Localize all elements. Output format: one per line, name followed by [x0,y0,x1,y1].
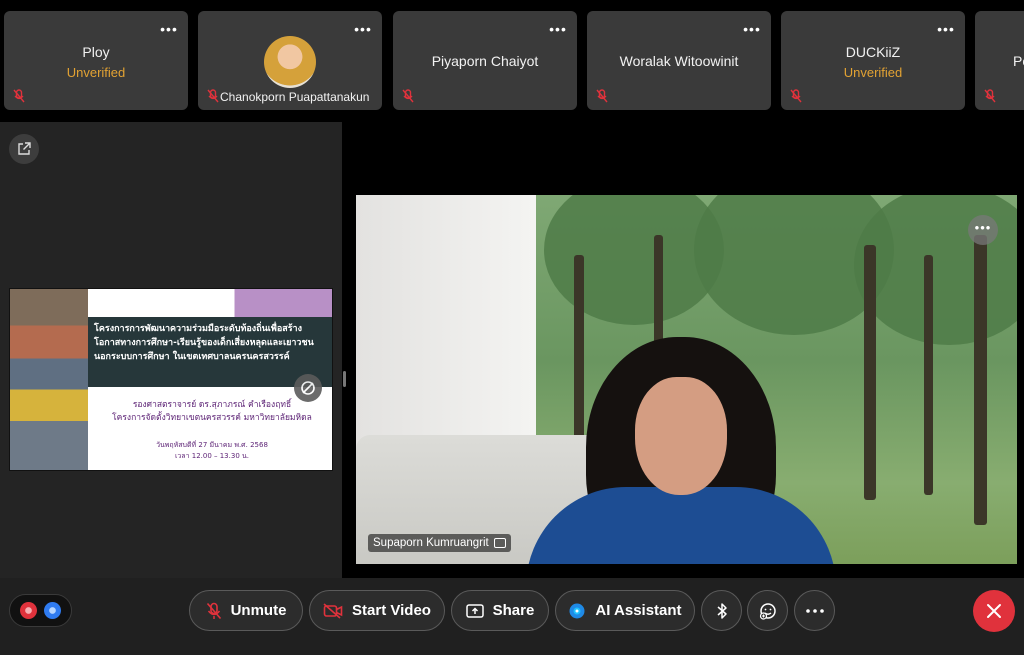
resize-handle[interactable] [343,371,346,387]
mic-off-icon [790,89,802,103]
participant-tile[interactable]: ••• Woralak Witoowinit [587,11,771,110]
more-icon [805,608,824,613]
slide-author-line: โครงการจัดตั้งวิทยาเขตนครสวรรค์ มหาวิทยา… [112,413,312,423]
share-label: Share [492,602,535,619]
slide-logo-band [88,289,332,317]
mic-off-icon [596,89,608,103]
slide-date: วันพฤหัสบดีที่ 27 มีนาคม พ.ศ. 2568 เวลา … [96,440,328,462]
popout-button[interactable] [9,134,39,164]
reactions-icon [759,602,776,620]
tree-trunk [974,235,987,525]
participant-name: Piyaporn Chaiyot [431,53,539,69]
speaker-name-tag: Supaporn Kumruangrit [368,534,511,552]
ai-assistant-label: AI Assistant [595,602,682,619]
shared-content-panel: โครงการการพัฒนาความร่วมมือระดับท้องถิ่นเ… [0,122,342,578]
mic-off-icon [207,89,219,103]
share-button[interactable]: Share [451,590,549,631]
meeting-toolbar: Unmute Start Video Share AI Assistant [0,578,1024,655]
speaker-name: Supaporn Kumruangrit [373,537,489,549]
slide-photo-collage [10,289,88,470]
participant-name: Po [1013,53,1024,69]
verification-status: Unverified [843,65,903,80]
participant-tile[interactable]: ••• Ploy Unverified [4,11,188,110]
verification-status: Unverified [66,65,126,80]
more-button[interactable] [794,590,835,631]
participant-name: Chanokporn Puapattanakun [220,90,370,104]
popout-icon [18,142,31,155]
tree-trunk [924,255,933,495]
more-options-icon[interactable]: ••• [739,21,765,41]
bluetooth-button[interactable] [701,590,742,631]
share-screen-icon [465,603,484,618]
mic-off-icon [13,89,25,103]
mic-off-icon [206,602,221,619]
webex-icon [44,602,61,619]
video-off-icon [323,602,343,619]
start-video-label: Start Video [352,602,431,619]
slide-date-line: วันพฤหัสบดีที่ 27 มีนาคม พ.ศ. 2568 [156,441,268,449]
avatar [264,36,316,88]
tree-trunk [864,245,876,500]
unpin-icon [301,381,315,395]
ai-assistant-icon [569,603,585,618]
more-options-icon[interactable]: ••• [933,21,959,41]
slide-title-line: นอกระบบการศึกษา ในเขตเทศบาลนครนครสวรรค์ [94,352,290,362]
participant-strip: ••• Ploy Unverified ••• Chanokporn Puapa… [0,0,1024,118]
mic-off-icon [984,89,996,103]
participant-name: Ploy [82,44,110,60]
participant-name: DUCKiiZ [845,44,901,60]
slide-time-line: เวลา 12.00 – 13.30 น. [174,452,250,460]
participant-tile[interactable]: ••• Piyaporn Chaiyot [393,11,577,110]
video-more-options-button[interactable]: ••• [968,215,998,245]
speaker-video[interactable]: ••• Supaporn Kumruangrit [356,195,1017,564]
close-icon [987,604,1001,618]
slide-author: รองศาสตราจารย์ ดร.สุภาภรณ์ คำเรืองฤทธิ์ … [96,399,328,425]
more-options-icon[interactable]: ••• [545,21,571,41]
participant-tile[interactable]: ••• Chanokporn Puapattanakun [198,11,382,110]
sharing-icon [493,538,506,548]
more-options-icon[interactable]: ••• [156,21,182,41]
leave-meeting-button[interactable] [973,590,1015,632]
start-video-button[interactable]: Start Video [309,590,445,631]
record-icon [20,602,37,619]
speaker-face [635,377,727,495]
shared-slide[interactable]: โครงการการพัฒนาความร่วมมือระดับท้องถิ่นเ… [9,288,333,471]
layout-toggle[interactable] [9,594,72,627]
reactions-button[interactable] [747,590,788,631]
participant-tile[interactable]: ••• DUCKiiZ Unverified [781,11,965,110]
unpin-button[interactable] [294,374,322,402]
participant-tile[interactable]: Po [975,11,1024,110]
participant-name: Woralak Witoowinit [619,53,739,69]
ai-assistant-button[interactable]: AI Assistant [555,590,695,631]
unmute-label: Unmute [230,602,287,619]
bluetooth-icon [717,602,727,619]
mic-off-icon [402,89,414,103]
unmute-button[interactable]: Unmute [189,590,303,631]
slide-title-line: โครงการการพัฒนาความร่วมมือระดับท้องถิ่นเ… [94,324,302,334]
more-options-icon[interactable]: ••• [350,21,376,41]
slide-title-line: โอกาสทางการศึกษา-เรียนรู้ของเด็กเสี่ยงหล… [94,338,314,348]
